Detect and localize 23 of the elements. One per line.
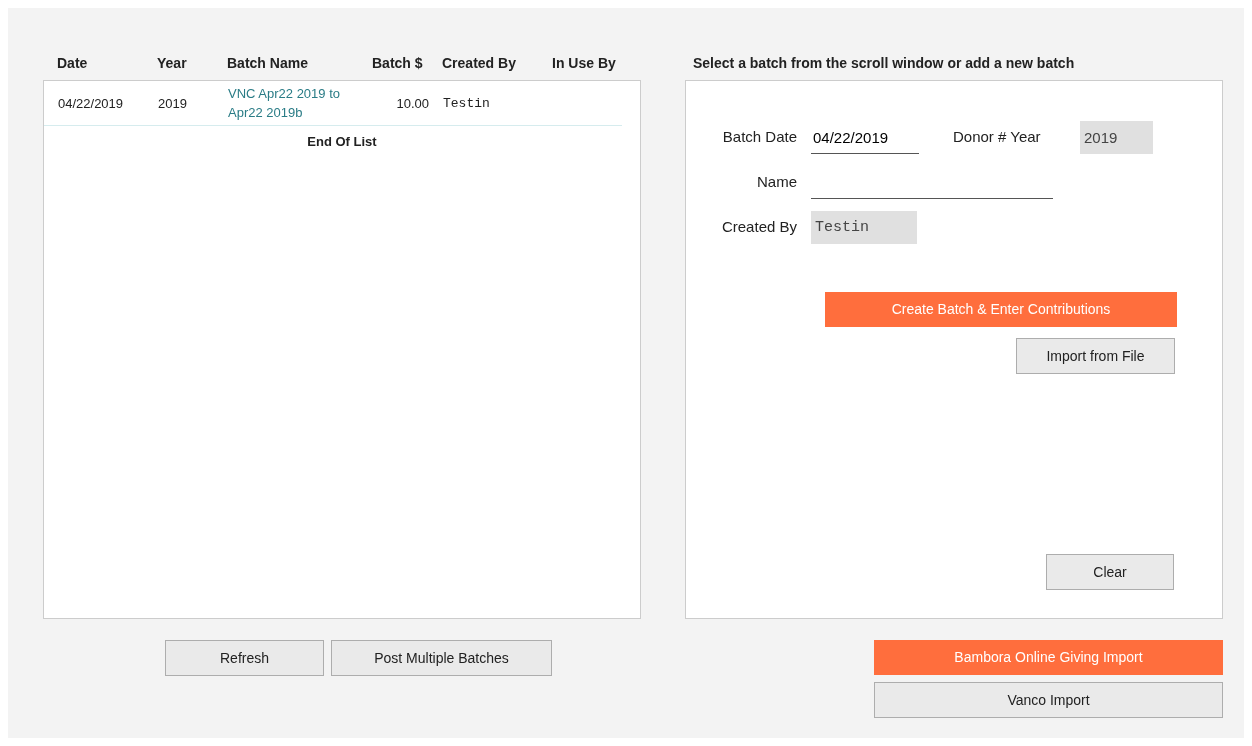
table-cell-text: VNC Apr22 2019 to Apr22 2019b xyxy=(228,85,342,122)
refresh-button[interactable]: Refresh xyxy=(165,640,324,676)
column-header[interactable]: In Use By xyxy=(552,53,641,74)
column-header[interactable]: Batch Name xyxy=(227,53,372,74)
button[interactable]: Post Multiple Batches xyxy=(331,640,552,676)
column-header[interactable]: Created By xyxy=(442,53,552,74)
clear-button[interactable]: Clear xyxy=(1046,554,1174,590)
table-cell-text: 10.00 xyxy=(395,95,430,114)
end-of-list-text: End Of List xyxy=(306,132,378,151)
import-button[interactable]: Vanco Import xyxy=(874,682,1223,718)
table-cell-text: 04/22/2019 xyxy=(58,95,125,114)
field-label: Donor # Year xyxy=(953,127,1042,148)
column-header[interactable]: Year xyxy=(157,53,227,74)
table-cell-text: Testin xyxy=(443,95,491,114)
field-label: Batch Date xyxy=(721,127,798,148)
field-label: Name xyxy=(756,172,798,193)
input-field[interactable]: 04/22/2019 xyxy=(811,121,919,154)
column-header[interactable]: Batch $ xyxy=(372,53,442,74)
form-title: Select a batch from the scroll window or add a new batch xyxy=(693,54,1075,73)
import-button[interactable]: Import from File xyxy=(1016,338,1175,374)
column-header[interactable]: Date xyxy=(57,53,157,74)
table-cell-text: 2019 xyxy=(158,95,188,114)
field-label: Created By xyxy=(720,217,798,238)
